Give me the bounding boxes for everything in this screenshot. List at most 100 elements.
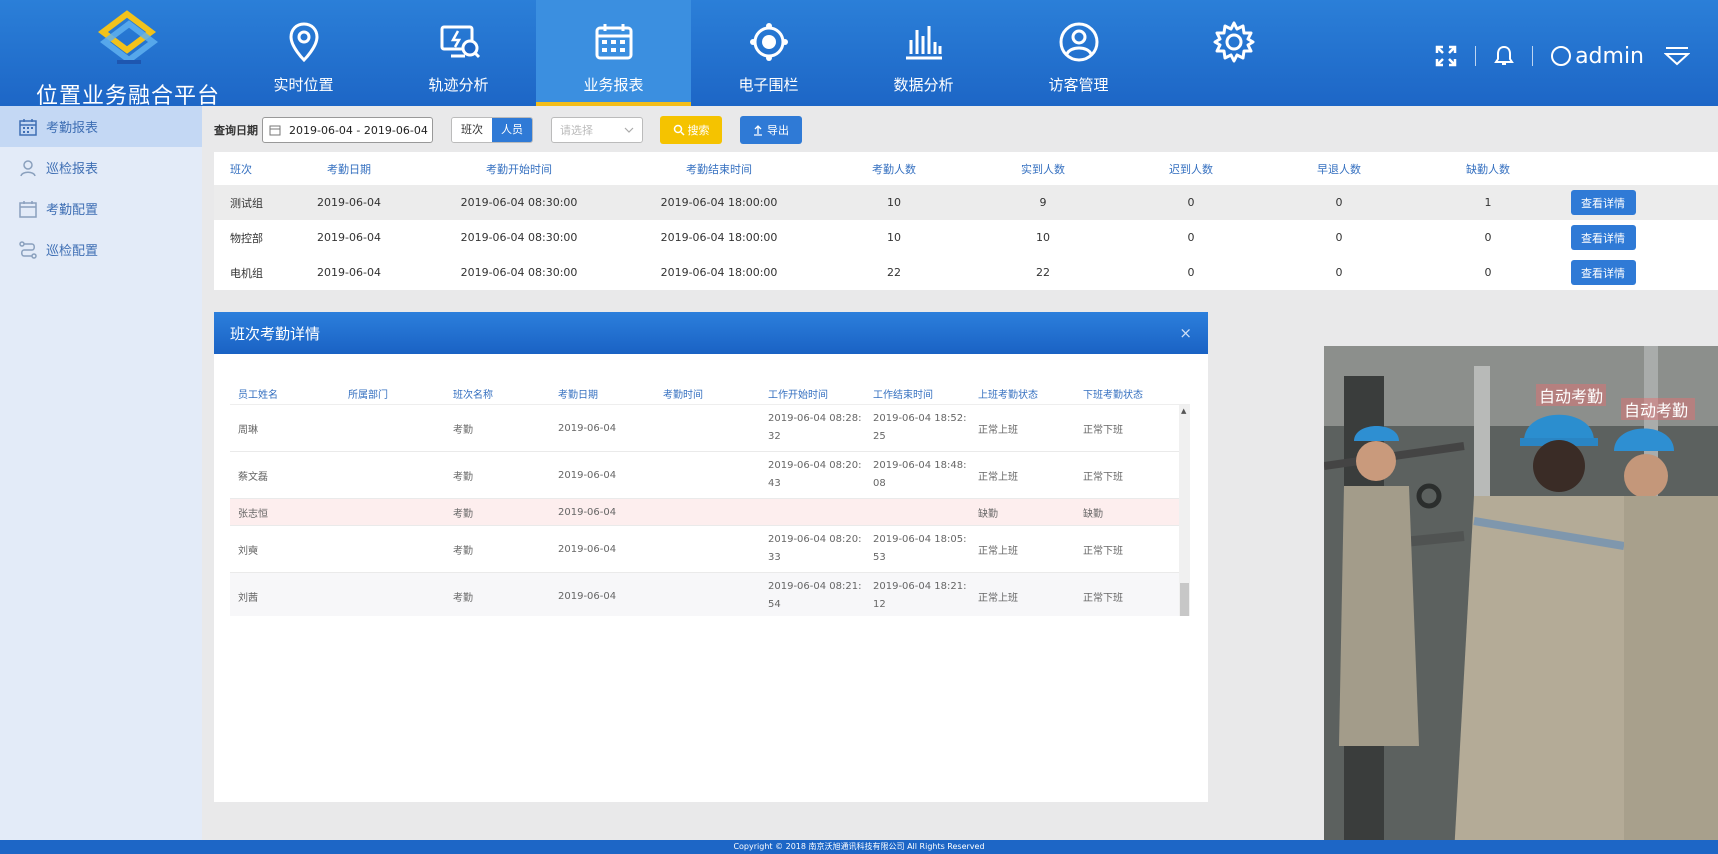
detail-table-header: 员工姓名 所属部门 班次名称 考勤日期 考勤时间 工作开始时间 工作结束时间 上… — [230, 382, 1190, 404]
cell-shift: 考勤 — [453, 424, 473, 436]
map-pin-icon — [288, 22, 319, 63]
cell-early: 0 — [1335, 266, 1343, 279]
col-header: 早退人数 — [1317, 162, 1361, 176]
search-button[interactable]: 搜索 — [660, 116, 722, 144]
cell-present: 10 — [1036, 231, 1050, 244]
col-header: 班次名称 — [453, 389, 493, 401]
scrollbar[interactable]: ▲ — [1179, 405, 1190, 616]
nav-data-analysis[interactable]: 数据分析 — [846, 0, 1001, 106]
shift-select[interactable]: 请选择 — [551, 117, 643, 143]
calendar-icon — [269, 125, 281, 136]
nav-settings[interactable] — [1156, 0, 1311, 106]
cell-shift: 电机组 — [230, 266, 263, 280]
sidebar: 考勤报表 巡检报表 考勤配置 巡检配置 — [0, 106, 202, 840]
cell-total: 10 — [887, 196, 901, 209]
sidebar-item-attendance-report[interactable]: 考勤报表 — [0, 106, 202, 147]
brand[interactable]: 位置业务融合平台 — [28, 10, 228, 109]
view-details-button[interactable]: 查看详情 — [1570, 190, 1636, 215]
cell-start: 2019-06-04 08:30:00 — [460, 196, 578, 209]
cell-date: 2019-06-04 — [558, 590, 617, 602]
user-circle-icon — [1059, 22, 1098, 62]
cell-early: 0 — [1335, 196, 1343, 209]
col-header: 上班考勤状态 — [978, 389, 1038, 401]
view-details-button[interactable]: 查看详情 — [1570, 225, 1636, 250]
col-header: 班次 — [230, 162, 252, 176]
shift-attendance-detail-modal: 班次考勤详情 × 员工姓名 所属部门 班次名称 考勤日期 考勤时间 工作开始时间… — [214, 312, 1208, 802]
sidebar-item-label: 考勤配置 — [46, 203, 99, 218]
cell-absent: 0 — [1484, 231, 1492, 244]
col-header: 员工姓名 — [238, 389, 278, 401]
table-row[interactable]: 蔡文磊 考勤 2019-06-04 2019-06-04 08:20:43 20… — [230, 452, 1190, 499]
scrollbar-thumb[interactable] — [1180, 583, 1189, 616]
toggle-shift[interactable]: 班次 — [452, 118, 492, 142]
filter-toolbar: 查询日期 2019-06-04 - 2019-06-04 班次 人员 请选择 搜… — [214, 116, 802, 144]
detail-table: 员工姓名 所属部门 班次名称 考勤日期 考勤时间 工作开始时间 工作结束时间 上… — [230, 382, 1190, 616]
cell-date: 2019-06-04 — [317, 231, 381, 244]
date-label: 查询日期 — [214, 124, 258, 137]
cell-shift: 测试组 — [230, 196, 263, 210]
calendar-config-icon — [19, 200, 37, 218]
cell-start: 2019-06-04 08:20:43 — [768, 460, 862, 489]
col-header: 缺勤人数 — [1466, 162, 1510, 176]
cell-in-status: 正常上班 — [978, 471, 1018, 483]
search-icon — [673, 124, 685, 136]
col-header: 下班考勤状态 — [1083, 389, 1143, 401]
sidebar-item-label: 巡检配置 — [46, 244, 99, 259]
table-row[interactable]: 电机组 2019-06-04 2019-06-04 08:30:00 2019-… — [214, 255, 1718, 290]
attendance-table: 班次 考勤日期 考勤开始时间 考勤结束时间 考勤人数 实到人数 迟到人数 早退人… — [214, 152, 1718, 290]
sidebar-item-attendance-config[interactable]: 考勤配置 — [0, 188, 202, 229]
cell-end: 2019-06-04 18:00:00 — [660, 266, 778, 279]
date-range-input[interactable]: 2019-06-04 - 2019-06-04 — [262, 117, 433, 143]
footer: Copyright © 2018 南京沃旭通讯科技有限公司 All Rights… — [0, 840, 1718, 854]
avatar — [1551, 46, 1572, 66]
menu-toggle-button[interactable] — [1664, 36, 1690, 76]
cell-start: 2019-06-04 08:21:54 — [768, 581, 862, 610]
sidebar-item-inspection-config[interactable]: 巡检配置 — [0, 229, 202, 270]
notification-button[interactable] — [1494, 36, 1514, 76]
close-icon[interactable]: × — [1179, 324, 1192, 342]
modal-header: 班次考勤详情 × — [214, 312, 1208, 354]
copyright-text: Copyright © 2018 南京沃旭通讯科技有限公司 All Rights… — [733, 842, 985, 851]
nav-realtime-location[interactable]: 实时位置 — [226, 0, 381, 106]
export-button[interactable]: 导出 — [740, 116, 802, 144]
nav-business-report[interactable]: 业务报表 — [536, 0, 691, 106]
table-row[interactable]: 周琳 考勤 2019-06-04 2019-06-04 08:28:32 201… — [230, 405, 1190, 452]
search-label: 搜索 — [687, 124, 710, 137]
nav-trajectory-analysis[interactable]: 轨迹分析 — [381, 0, 536, 106]
nav-geofence[interactable]: 电子围栏 — [691, 0, 846, 106]
fullscreen-icon — [1435, 45, 1457, 67]
cell-start: 2019-06-04 08:30:00 — [460, 266, 578, 279]
table-row[interactable]: 张志恒 考勤 2019-06-04 缺勤 缺勤 — [230, 499, 1190, 526]
scroll-up-icon[interactable]: ▲ — [1181, 407, 1186, 415]
cell-date: 2019-06-04 — [558, 422, 617, 434]
calendar-report-icon — [595, 24, 632, 60]
cell-early: 0 — [1335, 231, 1343, 244]
sidebar-item-inspection-report[interactable]: 巡检报表 — [0, 147, 202, 188]
fullscreen-button[interactable] — [1435, 36, 1457, 76]
workers-video-frame: 自动考勤 自动考勤 — [1324, 346, 1718, 854]
detail-table-body[interactable]: 周琳 考勤 2019-06-04 2019-06-04 08:28:32 201… — [230, 404, 1190, 616]
toggle-person[interactable]: 人员 — [492, 118, 532, 142]
modal-title: 班次考勤详情 — [230, 324, 321, 343]
user-menu[interactable]: admin — [1551, 44, 1644, 69]
cell-out-status: 缺勤 — [1083, 508, 1103, 520]
nav-label: 电子围栏 — [738, 76, 799, 94]
table-row[interactable]: 物控部 2019-06-04 2019-06-04 08:30:00 2019-… — [214, 220, 1718, 255]
table-row[interactable]: 刘奭 考勤 2019-06-04 2019-06-04 08:20:33 201… — [230, 526, 1190, 573]
cell-start: 2019-06-04 08:30:00 — [460, 231, 578, 244]
cell-shift: 考勤 — [453, 592, 473, 604]
table-row[interactable]: 刘茜 考勤 2019-06-04 2019-06-04 08:21:54 201… — [230, 573, 1190, 616]
sidebar-item-label: 巡检报表 — [46, 162, 99, 177]
cell-name: 刘奭 — [238, 545, 258, 557]
mode-toggle: 班次 人员 — [451, 117, 533, 143]
username: admin — [1575, 43, 1644, 69]
top-header: 位置业务融合平台 实时位置 轨迹分析 业务报表 电子围栏 数据分析 访客管理 a… — [0, 0, 1718, 109]
layers-menu-icon — [1664, 47, 1690, 66]
table-row[interactable]: 测试组 2019-06-04 2019-06-04 08:30:00 2019-… — [214, 185, 1718, 220]
cell-absent: 0 — [1484, 266, 1492, 279]
cell-late: 0 — [1187, 266, 1195, 279]
col-header: 考勤日期 — [558, 389, 598, 401]
nav-visitor-management[interactable]: 访客管理 — [1001, 0, 1156, 106]
cell-total: 10 — [887, 231, 901, 244]
view-details-button[interactable]: 查看详情 — [1570, 260, 1636, 285]
